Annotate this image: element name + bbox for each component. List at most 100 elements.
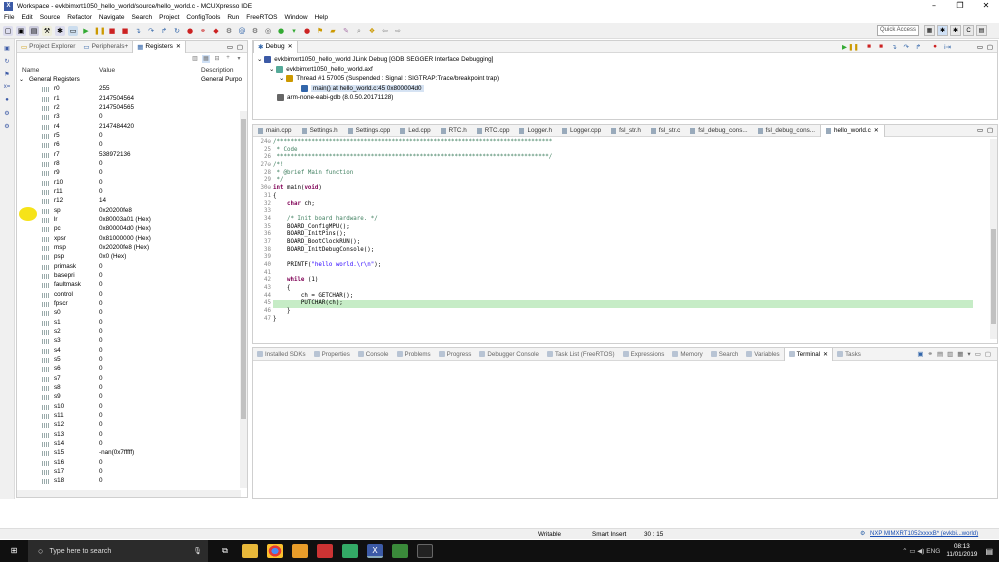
editor-tab-hello-world-c[interactable]: hello_world.c ✕: [819, 124, 885, 137]
bottom-tab-problems[interactable]: Problems: [393, 348, 435, 361]
register-value[interactable]: 0: [99, 459, 201, 466]
register-row-pc[interactable]: pc 0x800004d0 (Hex): [17, 224, 247, 233]
disconnect-icon[interactable]: ⚭: [928, 350, 933, 358]
register-value[interactable]: 0: [99, 272, 201, 279]
tab-peripherals[interactable]: ▭ Peripherals+: [79, 41, 132, 53]
editor-tab-rtc-h[interactable]: RTC.h: [436, 125, 472, 137]
bottom-tab-task-list-freertos-[interactable]: Task List (FreeRTOS): [543, 348, 619, 361]
clock[interactable]: 08:13 11/01/2019: [946, 543, 977, 559]
debug-frame-item[interactable]: main() at hello_world.c:45 0x800004d0: [253, 84, 997, 94]
forward-icon[interactable]: ⇨: [393, 26, 403, 36]
editor-tab-logger-h[interactable]: Logger.h: [514, 125, 557, 137]
editor-tab-logger-cpp[interactable]: Logger.cpp: [557, 125, 606, 137]
disconnect-icon[interactable]: ■: [879, 43, 883, 50]
disconnect-icon[interactable]: ■: [120, 26, 130, 36]
variables-icon[interactable]: x=: [3, 84, 11, 91]
register-row-sp[interactable]: sp 0x20200fe8: [17, 206, 247, 215]
code-line[interactable]: 35 BOARD_ConfigMPU();: [264, 224, 973, 232]
debug-axf-item[interactable]: ⌄ evkbimxrt1050_hello_world.axf: [253, 65, 997, 75]
register-value[interactable]: 0: [99, 309, 201, 316]
bottom-tab-console[interactable]: Console: [354, 348, 393, 361]
register-value[interactable]: 0: [99, 384, 201, 391]
register-row-r0[interactable]: r0 255: [17, 84, 247, 93]
register-value[interactable]: 14: [99, 197, 201, 204]
register-row-r4[interactable]: r4 2147484420: [17, 122, 247, 131]
register-row-s14[interactable]: s14 0: [17, 439, 247, 448]
taskbar-search[interactable]: ○ Type here to search 🎙: [28, 540, 208, 562]
code-line[interactable]: 42 while (1): [264, 277, 973, 285]
search-icon[interactable]: ⌕: [354, 26, 364, 36]
develop-perspective-icon[interactable]: ▤: [976, 25, 987, 36]
notifications-icon[interactable]: ▤: [985, 547, 993, 556]
register-value[interactable]: 0: [99, 365, 201, 372]
code-line[interactable]: 39: [264, 254, 973, 262]
register-value[interactable]: 0x81000000 (Hex): [99, 235, 201, 242]
editor-tab-fsl-debug-cons-[interactable]: fsl_debug_cons...: [753, 125, 820, 137]
maximize-view-icon[interactable]: ▢: [237, 43, 243, 51]
register-row-s11[interactable]: s11 0: [17, 411, 247, 420]
new-icon[interactable]: ▢: [3, 25, 13, 36]
editor-tab-main-cpp[interactable]: main.cpp: [253, 125, 297, 137]
print-icon[interactable]: ▤: [29, 25, 39, 36]
debug-gdb-item[interactable]: arm-none-eabi-gdb (8.0.50.20171128): [253, 93, 997, 103]
code-line[interactable]: 41: [264, 270, 973, 278]
close-button[interactable]: ✕: [973, 0, 999, 12]
code-line[interactable]: 46 }: [264, 308, 973, 316]
cpp-perspective-icon[interactable]: C: [963, 25, 974, 36]
code-line[interactable]: 38 BOARD_InitDebugConsole();: [264, 247, 973, 255]
register-value[interactable]: 0: [99, 477, 201, 484]
resume-icon[interactable]: ▶: [81, 26, 91, 36]
target-icon[interactable]: ◎: [263, 26, 273, 36]
register-row-s0[interactable]: s0 0: [17, 308, 247, 317]
code-line[interactable]: 24⊖/************************************…: [261, 139, 973, 147]
scroll-lock-icon[interactable]: ▥: [947, 350, 953, 358]
at-icon[interactable]: @: [237, 26, 247, 36]
editor-tab-fsl-str-c[interactable]: fsl_str.c: [646, 125, 685, 137]
code-line[interactable]: 40 PRINTF("hello world.\r\n");: [264, 262, 973, 270]
register-row-lr[interactable]: lr 0x80003a01 (Hex): [17, 215, 247, 224]
code-line[interactable]: 32 char ch;: [264, 201, 973, 209]
task-view-icon[interactable]: ⧉: [217, 544, 233, 558]
scrollbar-thumb[interactable]: [991, 229, 996, 324]
editor-tab-fsl-str-h[interactable]: fsl_str.h: [606, 125, 646, 137]
breakpoint-icon[interactable]: ●: [933, 43, 937, 50]
settings-icon[interactable]: ⚙: [250, 26, 260, 36]
code-line[interactable]: 43 {: [264, 285, 973, 293]
register-value[interactable]: 0: [99, 468, 201, 475]
column-description[interactable]: Description: [201, 67, 234, 74]
register-row-s8[interactable]: s8 0: [17, 383, 247, 392]
pin-icon[interactable]: ▦: [957, 350, 963, 358]
menu-window[interactable]: Window: [284, 14, 307, 21]
close-tab-icon[interactable]: ✕: [823, 351, 828, 358]
register-value[interactable]: 0: [99, 300, 201, 307]
menu-navigate[interactable]: Navigate: [99, 14, 125, 21]
run-icon[interactable]: ●: [276, 26, 286, 36]
register-row-s12[interactable]: s12 0: [17, 420, 247, 429]
quick-access-input[interactable]: Quick Access: [877, 25, 919, 36]
register-value[interactable]: 0: [99, 113, 201, 120]
menu-configtools[interactable]: ConfigTools: [186, 14, 220, 21]
register-row-s15[interactable]: s15 -nan(0x7fffff): [17, 448, 247, 457]
scrollbar-thumb[interactable]: [241, 119, 246, 419]
bottom-tab-memory[interactable]: Memory: [668, 348, 706, 361]
register-row-s5[interactable]: s5 0: [17, 355, 247, 364]
register-value[interactable]: 0: [99, 375, 201, 382]
register-row-xpsr[interactable]: xpsr 0x81000000 (Hex): [17, 234, 247, 243]
save-icon[interactable]: ▣: [16, 25, 26, 36]
close-tab-icon[interactable]: ✕: [288, 43, 293, 50]
resume-icon[interactable]: ▶: [842, 43, 847, 51]
register-value[interactable]: 0: [99, 440, 201, 447]
microphone-icon[interactable]: 🎙: [193, 547, 202, 555]
step-into-icon[interactable]: ↴: [133, 26, 143, 36]
register-value[interactable]: 0: [99, 160, 201, 167]
close-tab-icon[interactable]: ✕: [176, 43, 181, 50]
menu-refactor[interactable]: Refactor: [67, 14, 92, 21]
register-value[interactable]: 0: [99, 328, 201, 335]
bottom-tab-progress[interactable]: Progress: [435, 348, 476, 361]
code-editor[interactable]: 24⊖/************************************…: [253, 139, 991, 339]
registers-horizontal-scrollbar[interactable]: [17, 490, 241, 497]
register-value[interactable]: 0x80003a01 (Hex): [99, 216, 201, 223]
terminate-icon[interactable]: ■: [107, 26, 117, 36]
editor-tab-fsl-debug-cons-[interactable]: fsl_debug_cons...: [685, 125, 752, 137]
menu-file[interactable]: File: [4, 14, 14, 21]
